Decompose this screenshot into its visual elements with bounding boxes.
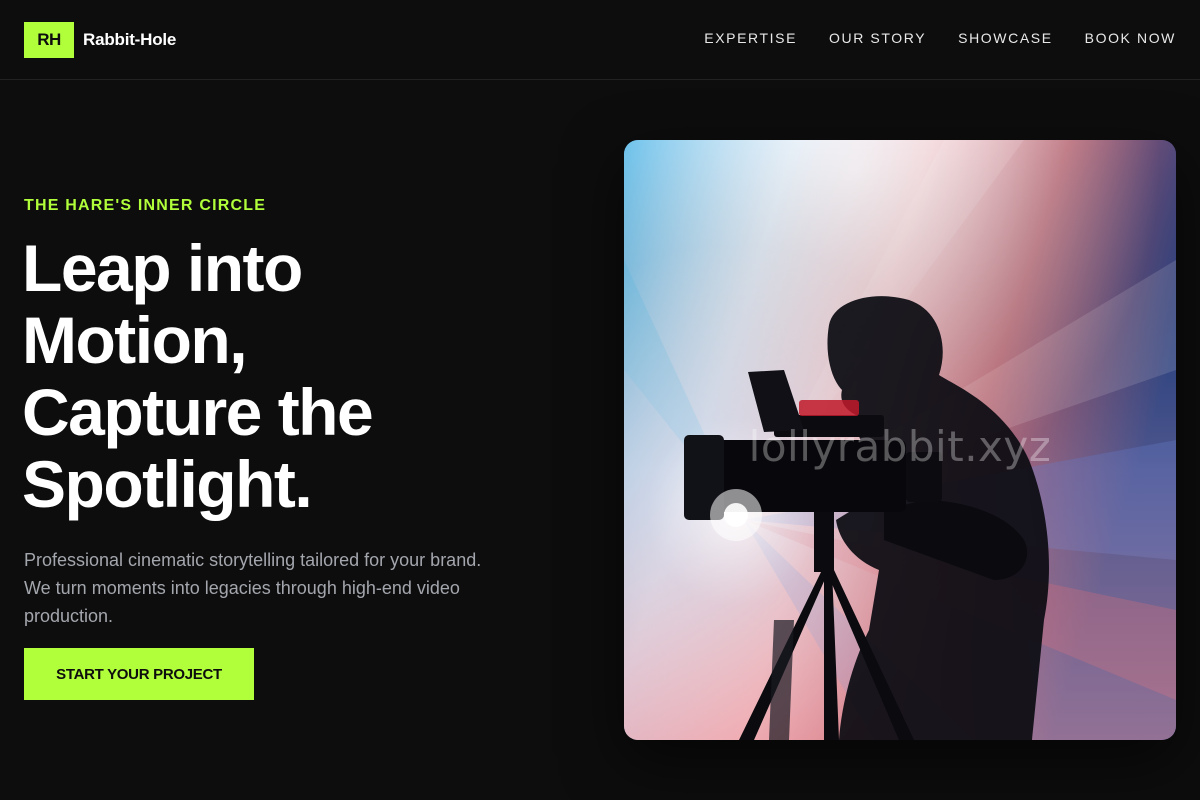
headline-line: Spotlight.	[22, 447, 313, 521]
nav-link-our-story[interactable]: OUR STORY	[829, 30, 926, 46]
landing-page: RH Rabbit-Hole EXPERTISE OUR STORY SHOWC…	[0, 0, 1200, 800]
nav-link-expertise[interactable]: EXPERTISE	[704, 30, 797, 46]
headline-line: Motion,	[22, 303, 248, 377]
brand-logo-link[interactable]: RH Rabbit-Hole	[24, 22, 176, 58]
hero-description: Professional cinematic storytelling tail…	[24, 550, 482, 626]
hero-headline: Leap into Motion, Capture the Spotlight.	[22, 232, 582, 520]
videographer-illustration	[624, 140, 1176, 740]
brand-name: Rabbit-Hole	[83, 30, 177, 49]
hero-image: lollyrabbit.xyz	[624, 140, 1176, 740]
hero-eyebrow: THE HARE'S INNER CIRCLE	[24, 197, 267, 214]
nav-link-book-now[interactable]: BOOK NOW	[1085, 30, 1176, 46]
start-project-button[interactable]: START YOUR PROJECT	[24, 648, 254, 700]
logo-badge: RH	[24, 22, 74, 58]
headline-line: Capture the	[22, 375, 374, 449]
main-nav: EXPERTISE OUR STORY SHOWCASE BOOK NOW	[704, 30, 1176, 46]
nav-link-showcase[interactable]: SHOWCASE	[958, 30, 1052, 46]
headline-line: Leap into	[22, 231, 303, 305]
site-header: RH Rabbit-Hole EXPERTISE OUR STORY SHOWC…	[0, 0, 1200, 80]
